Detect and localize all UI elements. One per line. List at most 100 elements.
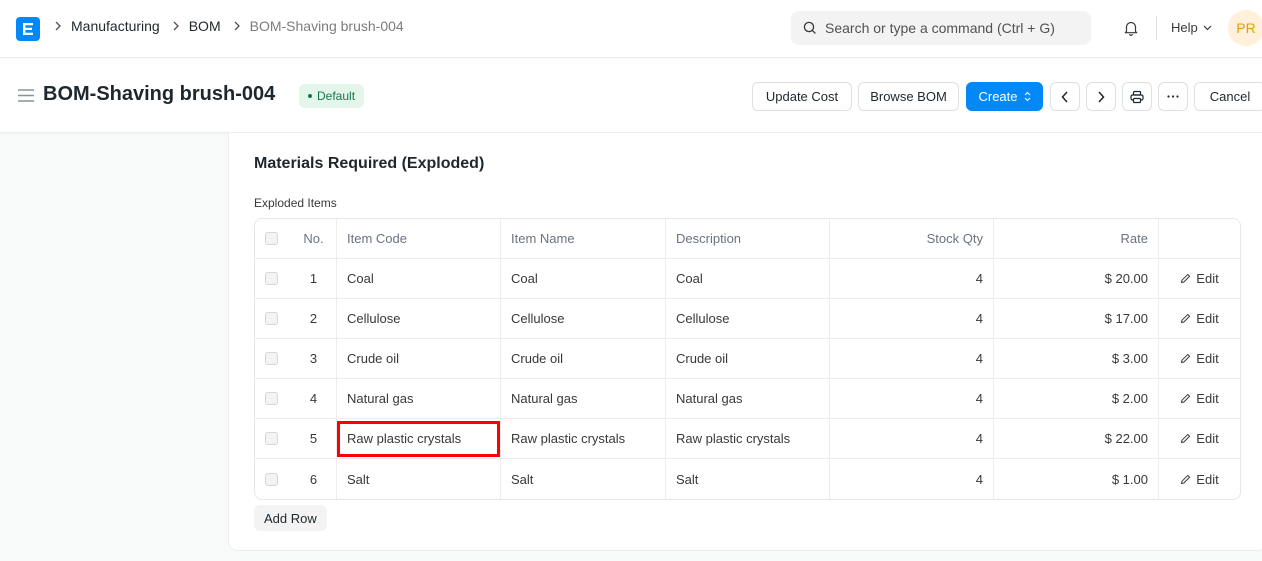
add-row-button[interactable]: Add Row xyxy=(254,505,327,531)
row-rate[interactable]: $ 2.00 xyxy=(994,379,1159,418)
row-stock-qty[interactable]: 4 xyxy=(830,299,994,338)
row-edit-button[interactable]: Edit xyxy=(1159,259,1240,298)
row-rate[interactable]: $ 22.00 xyxy=(994,419,1159,458)
row-no: 6 xyxy=(291,459,337,499)
more-actions-button[interactable] xyxy=(1158,82,1188,111)
row-edit-button[interactable]: Edit xyxy=(1159,339,1240,378)
navbar-divider xyxy=(1156,16,1157,40)
row-check-cell xyxy=(255,339,291,378)
row-checkbox[interactable] xyxy=(265,472,278,486)
user-avatar[interactable]: PR xyxy=(1228,10,1262,46)
row-item-code[interactable]: Coal xyxy=(337,259,501,298)
row-checkbox[interactable] xyxy=(265,392,278,405)
row-stock-qty[interactable]: 4 xyxy=(830,459,994,499)
pencil-icon xyxy=(1181,273,1191,284)
row-description[interactable]: Salt xyxy=(666,459,830,499)
row-checkbox[interactable] xyxy=(265,272,278,285)
row-description[interactable]: Cellulose xyxy=(666,299,830,338)
chevron-right-icon xyxy=(1098,90,1105,103)
header-item-code: Item Code xyxy=(337,219,501,258)
row-stock-qty[interactable]: 4 xyxy=(830,379,994,418)
row-no: 5 xyxy=(291,419,337,458)
header-actions xyxy=(1159,219,1240,258)
status-badge: Default xyxy=(299,84,365,108)
row-description[interactable]: Natural gas xyxy=(666,379,830,418)
row-edit-label: Edit xyxy=(1196,391,1219,406)
search-icon xyxy=(803,21,817,35)
breadcrumb-current[interactable]: BOM-Shaving brush-004 xyxy=(250,18,404,34)
row-rate[interactable]: $ 20.00 xyxy=(994,259,1159,298)
row-item-code-highlighted[interactable]: Raw plastic crystals xyxy=(337,419,501,458)
select-all-checkbox[interactable] xyxy=(265,232,278,245)
row-item-name[interactable]: Raw plastic crystals xyxy=(501,419,666,458)
status-dot-icon xyxy=(308,94,312,98)
pencil-icon xyxy=(1181,433,1191,444)
row-rate[interactable]: $ 1.00 xyxy=(994,459,1159,499)
cancel-button[interactable]: Cancel xyxy=(1194,82,1262,111)
row-description[interactable]: Coal xyxy=(666,259,830,298)
row-item-name[interactable]: Cellulose xyxy=(501,299,666,338)
chevron-right-icon xyxy=(233,21,241,31)
next-record-button[interactable] xyxy=(1086,82,1116,111)
pencil-icon xyxy=(1181,474,1191,484)
notifications-bell-icon[interactable] xyxy=(1122,19,1140,40)
row-item-code[interactable]: Crude oil xyxy=(337,339,501,378)
row-edit-label: Edit xyxy=(1196,311,1219,326)
row-edit-button[interactable]: Edit xyxy=(1159,459,1240,499)
row-checkbox[interactable] xyxy=(265,312,278,325)
row-item-code[interactable]: Salt xyxy=(337,459,501,499)
row-stock-qty[interactable]: 4 xyxy=(830,339,994,378)
row-description[interactable]: Crude oil xyxy=(666,339,830,378)
form-section-card: Materials Required (Exploded) Exploded I… xyxy=(228,133,1262,551)
row-check-cell xyxy=(255,419,291,458)
table-row: 1 Coal Coal Coal 4 $ 20.00 Edit xyxy=(255,259,1240,299)
row-check-cell xyxy=(255,259,291,298)
previous-record-button[interactable] xyxy=(1050,82,1080,111)
row-item-code[interactable]: Cellulose xyxy=(337,299,501,338)
help-label: Help xyxy=(1171,20,1198,35)
sidebar-toggle-hamburger-icon[interactable] xyxy=(18,89,34,105)
row-edit-label: Edit xyxy=(1196,271,1219,286)
row-item-name[interactable]: Salt xyxy=(501,459,666,499)
row-no: 4 xyxy=(291,379,337,418)
exploded-items-label: Exploded Items xyxy=(254,196,337,210)
row-edit-button[interactable]: Edit xyxy=(1159,379,1240,418)
row-edit-button[interactable]: Edit xyxy=(1159,419,1240,458)
update-cost-button[interactable]: Update Cost xyxy=(752,82,852,111)
row-rate[interactable]: $ 17.00 xyxy=(994,299,1159,338)
row-stock-qty[interactable]: 4 xyxy=(830,419,994,458)
row-edit-button[interactable]: Edit xyxy=(1159,299,1240,338)
help-dropdown[interactable]: Help xyxy=(1171,20,1212,35)
row-item-name[interactable]: Coal xyxy=(501,259,666,298)
row-item-code[interactable]: Natural gas xyxy=(337,379,501,418)
row-stock-qty[interactable]: 4 xyxy=(830,259,994,298)
row-description[interactable]: Raw plastic crystals xyxy=(666,419,830,458)
row-no: 2 xyxy=(291,299,337,338)
header-item-name: Item Name xyxy=(501,219,666,258)
row-checkbox[interactable] xyxy=(265,432,278,445)
breadcrumb-bom[interactable]: BOM xyxy=(189,18,221,34)
pencil-icon xyxy=(1181,313,1191,324)
row-no: 1 xyxy=(291,259,337,298)
table-row: 4 Natural gas Natural gas Natural gas 4 … xyxy=(255,379,1240,419)
chevron-right-icon xyxy=(172,21,180,31)
status-badge-label: Default xyxy=(317,89,356,103)
row-item-name[interactable]: Crude oil xyxy=(501,339,666,378)
section-title: Materials Required (Exploded) xyxy=(254,155,485,172)
row-checkbox[interactable] xyxy=(265,352,278,365)
row-check-cell xyxy=(255,379,291,418)
print-button[interactable] xyxy=(1122,82,1152,111)
create-dropdown-button[interactable]: Create xyxy=(966,82,1043,111)
browse-bom-button[interactable]: Browse BOM xyxy=(858,82,959,111)
row-rate[interactable]: $ 3.00 xyxy=(994,339,1159,378)
printer-icon xyxy=(1130,90,1144,103)
app-logo[interactable] xyxy=(16,17,40,41)
header-description: Description xyxy=(666,219,830,258)
chevron-right-icon xyxy=(54,21,62,31)
row-no: 3 xyxy=(291,339,337,378)
search-input[interactable]: Search or type a command (Ctrl + G) xyxy=(791,11,1091,45)
breadcrumb-manufacturing[interactable]: Manufacturing xyxy=(71,18,160,34)
header-no: No. xyxy=(291,219,337,258)
row-item-name[interactable]: Natural gas xyxy=(501,379,666,418)
table-row: 2 Cellulose Cellulose Cellulose 4 $ 17.0… xyxy=(255,299,1240,339)
